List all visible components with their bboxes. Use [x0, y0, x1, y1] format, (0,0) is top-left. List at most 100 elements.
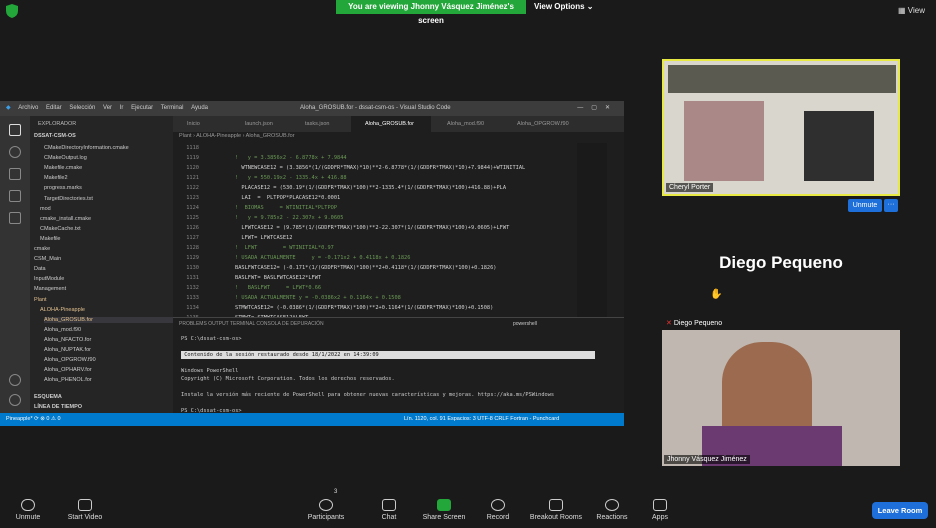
vscode-window-title: Aloha_GROSUB.for - dssat-csm-os - Visual…: [300, 105, 451, 111]
reactions-button[interactable]: Reactions: [594, 490, 630, 521]
participant-video-cheryl[interactable]: Cheryl Porter: [662, 59, 900, 196]
sidebar-item[interactable]: Aloha_OPHARV.for: [44, 367, 92, 373]
status-left[interactable]: Pineapple* ⟳ ⊗ 0 ⚠ 0: [6, 413, 61, 426]
code-line[interactable]: LFWTCASE12 = (9.785*(1/(GDDFR*TMAX)*100)…: [235, 223, 509, 233]
panel-tabs[interactable]: PROBLEMS OUTPUT TERMINAL CONSOLA DE DEPU…: [179, 321, 324, 327]
menu-ejecutar[interactable]: Ejecutar: [131, 101, 153, 116]
breakout-rooms-button[interactable]: Breakout Rooms: [526, 490, 586, 521]
run-debug-icon[interactable]: [9, 190, 21, 202]
sidebar-item[interactable]: progress.marks: [44, 185, 82, 191]
source-control-icon[interactable]: [9, 168, 21, 180]
tab-aloha-mod[interactable]: Aloha_mod.f90: [433, 116, 503, 132]
sidebar-item[interactable]: Aloha_mod.f90: [44, 327, 81, 333]
workspace-root[interactable]: DSSAT-CSM-OS: [34, 133, 76, 139]
sidebar-item[interactable]: TargetDirectories.txt: [44, 196, 93, 202]
code-line[interactable]: ! BIOMAS = WTINITIAL*PLTPOP: [235, 203, 337, 213]
editor-tabs: Inicio launch.json tasks.json Aloha_GROS…: [173, 116, 624, 132]
sidebar-item[interactable]: Management: [34, 286, 66, 292]
sidebar-item[interactable]: CSM_Main: [34, 256, 61, 262]
sidebar-item[interactable]: Data: [34, 266, 46, 272]
sidebar-item[interactable]: InputModule: [34, 276, 64, 282]
code-line[interactable]: LAI = PLTPOP*PLACASE12*0.0001: [235, 193, 340, 203]
code-editor[interactable]: 1118 1119 ! y = 3.3856x2 - 6.8778x + 7.984…: [173, 143, 624, 323]
sidebar-item[interactable]: CMakeOutput.log: [44, 155, 87, 161]
code-line[interactable]: ! y = 3.3856x2 - 6.8778x + 7.9844: [235, 153, 347, 163]
sidebar-item[interactable]: Makefile2: [44, 175, 68, 181]
line-number: 1124: [186, 205, 199, 211]
sidebar-item[interactable]: Plant: [34, 297, 47, 303]
code-line[interactable]: STMWTCASE12= (-0.0386*(1/(GDDFR*TMAX)*10…: [235, 303, 493, 313]
participants-button[interactable]: Participants: [302, 490, 350, 521]
line-number: 1133: [186, 295, 199, 301]
gear-icon[interactable]: [9, 394, 21, 406]
breadcrumb[interactable]: Plant › ALOHA-Pineapple › Aloha_GROSUB.f…: [179, 133, 295, 139]
code-line[interactable]: WTNEWCASE12 = (3.3856*(1/(GDDFR*TMAX)*10…: [235, 163, 525, 173]
sidebar-item[interactable]: Makefile: [40, 236, 60, 242]
code-line[interactable]: BASLFWTCASE12= (-0.171*(1/(GDDFR*TMAX)*1…: [235, 263, 497, 273]
code-line[interactable]: BASLFWT= BASLFWTCASE12*LFWT: [235, 273, 321, 283]
vscode-logo-icon: ◆: [6, 105, 11, 111]
sidebar-item[interactable]: CMakeDirectoryInformation.cmake: [44, 145, 129, 151]
window-controls[interactable]: —▢✕: [577, 101, 618, 116]
menu-terminal[interactable]: Terminal: [161, 101, 184, 116]
sidebar-item[interactable]: cmake: [34, 246, 50, 252]
code-line[interactable]: ! USADA ACTUALMENTE y = -0.171x2 + 0.411…: [235, 253, 410, 263]
code-line[interactable]: ! LFWT = WTINITIAL*0.97: [235, 243, 334, 253]
participant-name-jhonny: Jhonny Vásquez Jiménez: [664, 455, 750, 464]
record-button[interactable]: Record: [482, 490, 514, 521]
search-icon[interactable]: [9, 146, 21, 158]
status-right[interactable]: Lín. 1120, col. 91 Espacios: 3 UTF-8 CRL…: [404, 413, 559, 426]
tab-aloha-grosub[interactable]: Aloha_GROSUB.for: [351, 116, 431, 132]
code-line[interactable]: ! BASLFWT = LFWT*0.66: [235, 283, 321, 293]
sidebar-item[interactable]: Aloha_NFACTO.for: [44, 337, 91, 343]
leave-room-button[interactable]: Leave Room: [872, 502, 928, 519]
terminal-line: Windows PowerShell: [181, 368, 239, 374]
code-line[interactable]: ! USADA ACTUALMENTE y = -0.0386x2 + 0.11…: [235, 293, 401, 303]
extensions-icon[interactable]: [9, 212, 21, 224]
code-line[interactable]: LFWT= LFWTCASE12: [235, 233, 292, 243]
tab-aloha-opgrow[interactable]: Aloha_OPGROW.f90: [503, 116, 577, 132]
menu-ayuda[interactable]: Ayuda: [191, 101, 208, 116]
sidebar-item[interactable]: Makefile.cmake: [44, 165, 82, 171]
apps-button[interactable]: Apps: [648, 490, 672, 521]
sidebar-item[interactable]: Aloha_OPGROW.f90: [44, 357, 96, 363]
code-line[interactable]: ! y = 550.19x2 - 1335.4x + 416.88: [235, 173, 347, 183]
menu-editar[interactable]: Editar: [46, 101, 62, 116]
participant-big-name-diego: Diego Pequeno: [719, 253, 843, 272]
participant-tile-diego[interactable]: Diego Pequeno ✋ ✕ Diego Pequeno: [662, 215, 900, 332]
menu-seleccion[interactable]: Selección: [69, 101, 95, 116]
timeline-section[interactable]: LÍNEA DE TIEMPO: [34, 404, 82, 410]
participant-video-jhonny[interactable]: Jhonny Vásquez Jiménez: [662, 330, 900, 466]
shield-icon[interactable]: [6, 4, 18, 18]
code-line[interactable]: PLACASE12 = (530.19*(1/(GDDFR*TMAX)*100)…: [235, 183, 506, 193]
terminal-shell-select[interactable]: powershell: [513, 321, 537, 327]
minimap[interactable]: [577, 143, 607, 323]
view-options-button[interactable]: View Options ⌄: [534, 0, 598, 14]
line-number: 1126: [186, 225, 199, 231]
menu-archivo[interactable]: Archivo: [18, 101, 38, 116]
account-icon[interactable]: [9, 374, 21, 386]
menu-ir[interactable]: Ir: [120, 101, 124, 116]
line-number: 1125: [186, 215, 199, 221]
chat-button[interactable]: Chat: [374, 490, 404, 521]
unmute-participant-button[interactable]: Unmute: [848, 199, 882, 212]
more-options-button[interactable]: ···: [884, 199, 898, 212]
unmute-button[interactable]: Unmute: [8, 490, 48, 521]
code-line[interactable]: ! y = 9.785x2 - 22.307x + 9.0605: [235, 213, 343, 223]
explorer-icon[interactable]: [9, 124, 21, 136]
sidebar-item[interactable]: CMakeCache.txt: [40, 226, 81, 232]
start-video-button[interactable]: Start Video: [62, 490, 108, 521]
outline-section[interactable]: ESQUEMA: [34, 394, 62, 400]
sidebar-item[interactable]: mod: [40, 206, 51, 212]
sidebar-item[interactable]: Aloha_NUPTAK.for: [44, 347, 91, 353]
sidebar-item[interactable]: ALOHA-Pineapple: [40, 307, 85, 313]
sidebar-item[interactable]: Aloha_PHENOL.for: [44, 377, 92, 383]
tab-tasks-json[interactable]: tasks.json: [291, 116, 349, 132]
tab-launch-json[interactable]: launch.json: [231, 116, 289, 132]
tab-inicio[interactable]: Inicio: [173, 116, 225, 132]
share-screen-button[interactable]: Share Screen: [420, 490, 468, 521]
view-button[interactable]: ▦ View: [898, 4, 930, 18]
menu-ver[interactable]: Ver: [103, 101, 112, 116]
sidebar-item[interactable]: Aloha_GROSUB.for: [44, 316, 182, 323]
sidebar-item[interactable]: cmake_install.cmake: [40, 216, 91, 222]
